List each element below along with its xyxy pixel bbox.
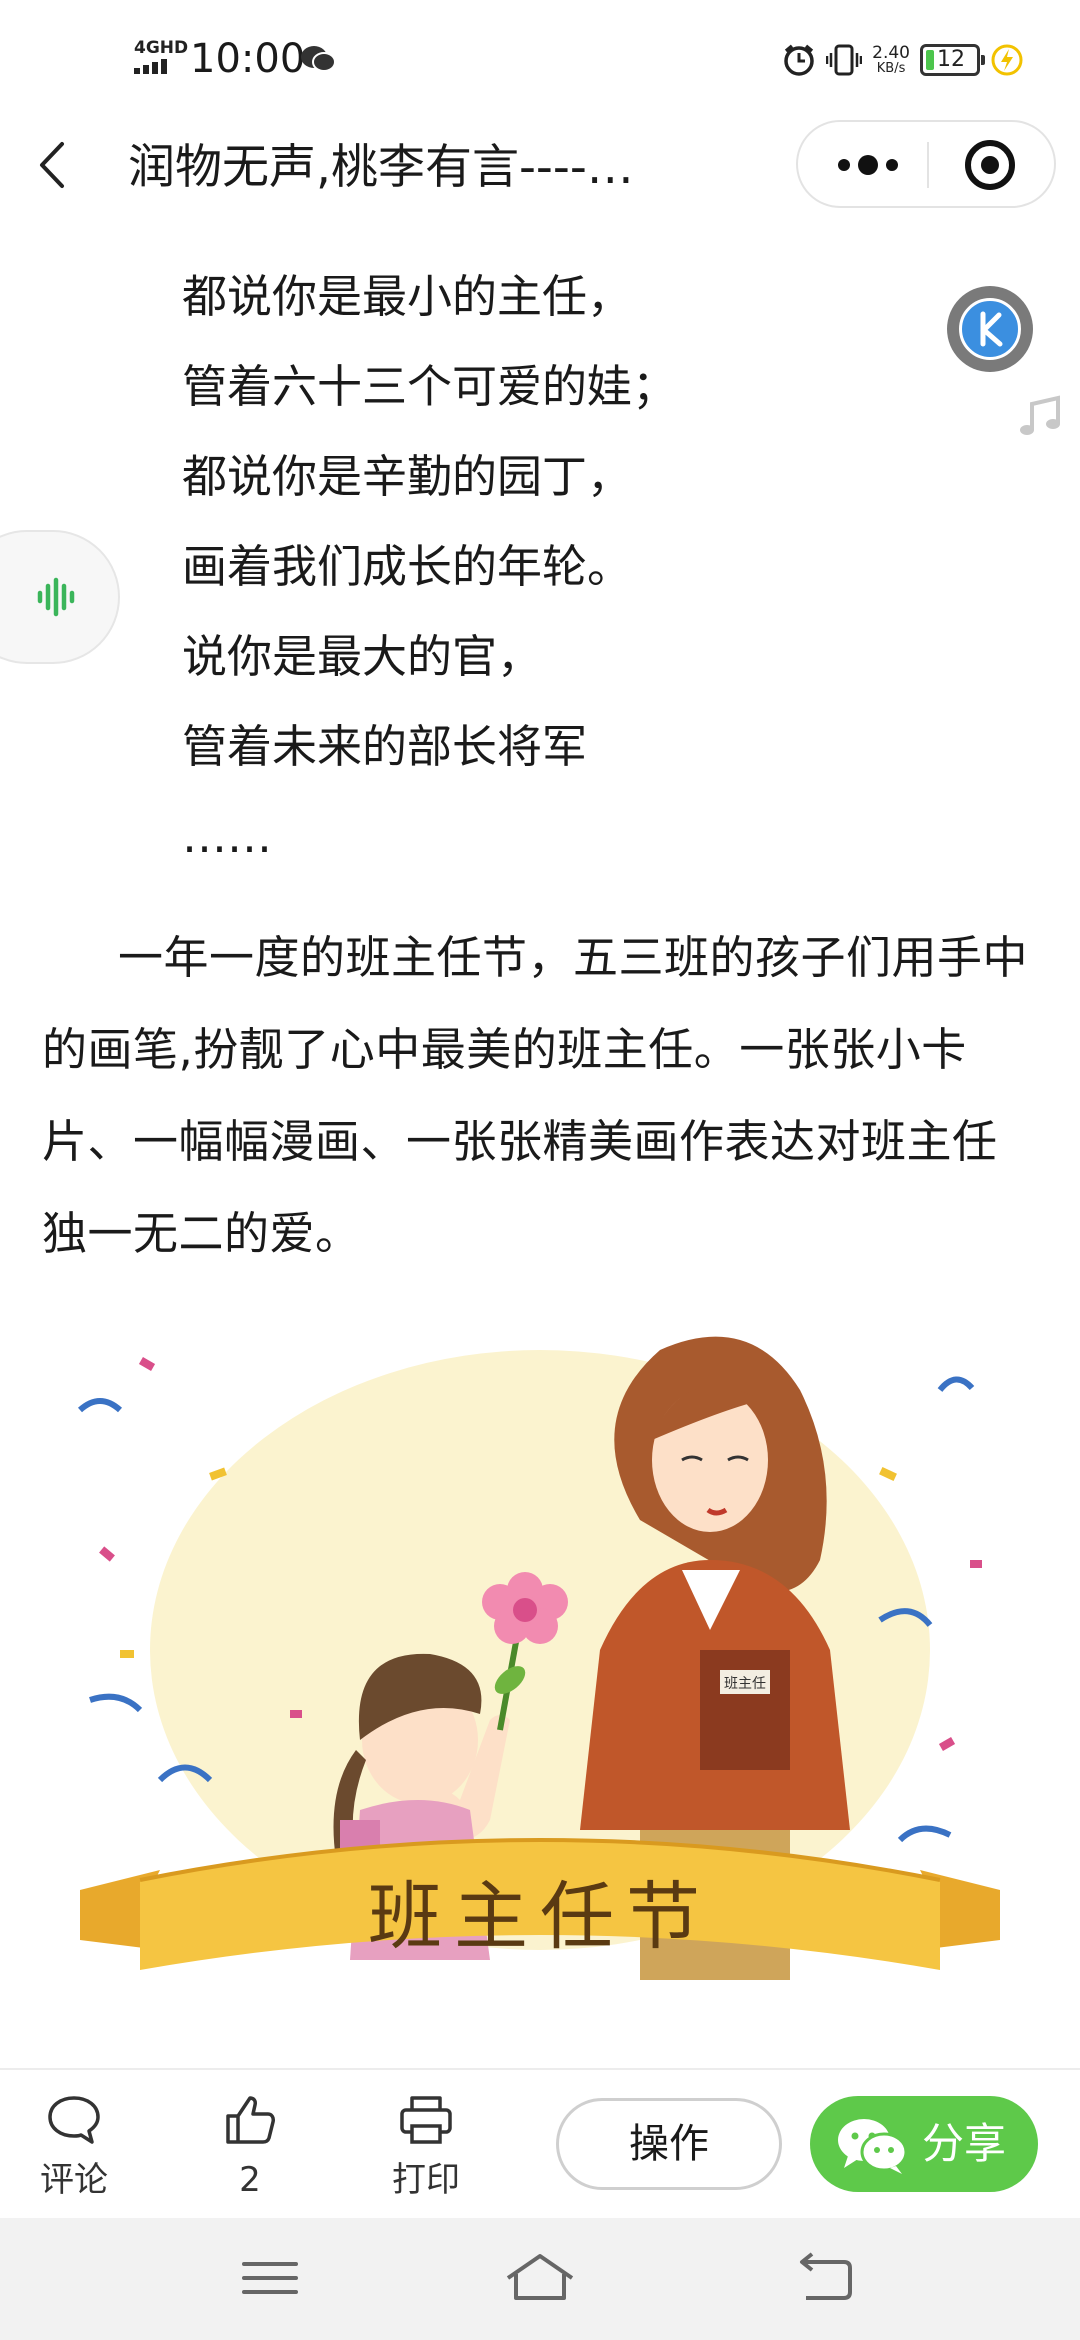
k-icon <box>980 311 1003 347</box>
comment-button[interactable]: 评论 <box>14 2092 134 2212</box>
poem-block: 都说你是最小的主任， 管着六十三个可爱的娃； 都说你是辛勤的园丁， 画着我们成长… <box>182 252 677 882</box>
share-label: 分享 <box>922 2119 1007 2168</box>
voice-read-button[interactable] <box>0 530 120 664</box>
print-button[interactable]: 打印 <box>366 2092 486 2212</box>
network-type: 4GHD <box>134 38 189 58</box>
status-bar: 4GHD 10:00 2.40 KB/s 12 <box>0 0 1080 110</box>
banner-text: 班主任节 <box>368 1874 712 1960</box>
voice-wave-icon <box>37 577 75 617</box>
wechat-icon <box>838 2119 908 2174</box>
wechat-notification-icon <box>301 46 336 72</box>
operate-button[interactable]: 操作 <box>556 2098 782 2190</box>
net-speed: 2.40 KB/s <box>872 42 910 76</box>
miniprogram-capsule <box>796 120 1056 208</box>
back-icon[interactable] <box>26 132 86 198</box>
battery-indicator: 12 <box>920 44 985 76</box>
printer-icon <box>400 2096 452 2144</box>
share-button[interactable]: 分享 <box>810 2096 1038 2192</box>
alarm-icon <box>784 44 814 76</box>
menu-icon[interactable] <box>230 2248 310 2308</box>
like-button[interactable]: 2 <box>190 2092 310 2212</box>
page-title: 润物无声,桃李有言----… <box>128 140 634 195</box>
music-note-icon[interactable] <box>1016 392 1066 442</box>
battery-level: 12 <box>937 47 965 72</box>
bottom-action-bar: 评论 2 打印 操作 分享 <box>0 2068 1080 2218</box>
clock: 10:00 <box>190 36 306 82</box>
comment-icon <box>48 2096 100 2144</box>
comment-label: 评论 <box>40 2160 108 2200</box>
poem-line: 管着未来的部长将军 <box>182 720 588 773</box>
poem-line: …… <box>182 810 272 863</box>
print-label: 打印 <box>392 2160 460 2200</box>
floating-k-button[interactable] <box>947 286 1033 372</box>
like-count: 2 <box>239 2160 261 2200</box>
signal-icon <box>134 59 167 74</box>
home-icon[interactable] <box>500 2248 580 2308</box>
status-right: 2.40 KB/s 12 <box>782 36 1024 84</box>
article-paragraph: 一年一度的班主任节，五三班的孩子们用手中的画笔,扮靓了心中最美的班主任。一张张小… <box>42 931 1029 1260</box>
battery-fill <box>926 50 934 70</box>
close-target-icon[interactable] <box>936 122 1046 208</box>
poem-line: 都说你是最小的主任， <box>182 270 633 323</box>
vibrate-icon <box>826 44 863 76</box>
charging-icon <box>991 44 1023 76</box>
system-navigation-bar <box>0 2218 1080 2340</box>
poem-line: 说你是最大的官， <box>182 630 543 683</box>
poem-line: 管着六十三个可爱的娃； <box>182 360 678 413</box>
more-icon[interactable] <box>818 122 918 208</box>
navigation-bar: 润物无声,桃李有言----… <box>0 110 1080 220</box>
book-label: 班主任 <box>724 1676 766 1692</box>
poem-line: 画着我们成长的年轮。 <box>182 540 633 593</box>
teacher-day-illustration: 班主任 班主任节 <box>77 1336 1000 1980</box>
thumbs-up-icon <box>226 2096 275 2144</box>
back-nav-icon[interactable] <box>784 2248 864 2308</box>
poem-line: 都说你是辛勤的园丁， <box>182 450 633 503</box>
